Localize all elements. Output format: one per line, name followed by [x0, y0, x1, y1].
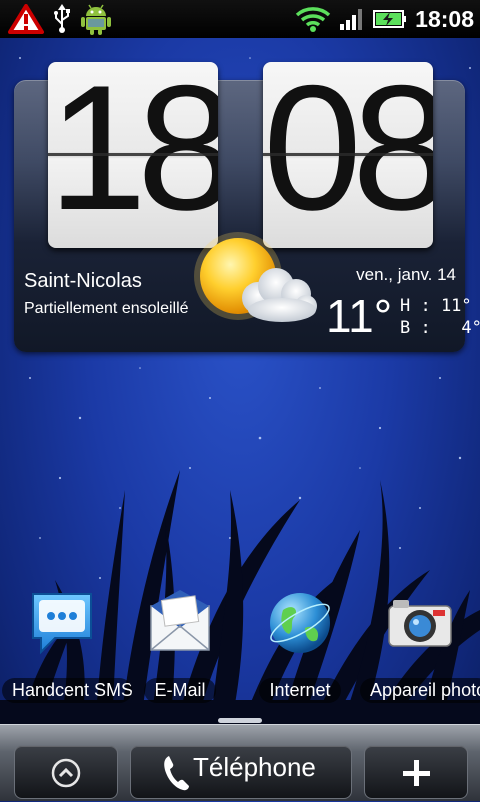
add-button[interactable] [364, 745, 468, 799]
clock-minutes-card[interactable]: 08 [263, 62, 433, 248]
app-label: Internet [259, 678, 341, 703]
handcent-sms-icon [32, 593, 92, 655]
app-shortcut-camera[interactable]: Appareil photo [360, 588, 480, 707]
status-bar[interactable]: 18:08 [0, 0, 480, 38]
partly-sunny-icon [194, 232, 317, 322]
dock-bar: Téléphone [0, 724, 480, 801]
status-time: 18:08 [415, 5, 474, 32]
usb-icon [54, 4, 70, 33]
app-label: Handcent SMS [2, 678, 132, 703]
app-label: E-Mail [144, 678, 216, 703]
warning-icon [8, 4, 44, 34]
weather-high-low: H : 11° B : 4° [400, 295, 480, 339]
app-label: Appareil photo [360, 678, 480, 703]
add-plus-icon [403, 760, 430, 786]
weather-date: ven., janv. 14 [356, 265, 456, 284]
phone-button[interactable]: Téléphone [130, 745, 352, 799]
weather-low: B : 4° [400, 318, 480, 338]
flip-hinge [263, 153, 433, 156]
camera-icon [388, 600, 452, 647]
app-shortcut-email[interactable]: E-Mail [120, 588, 240, 707]
clock-hours-card[interactable]: 18 [48, 62, 218, 248]
weather-city: Saint-Nicolas [24, 270, 142, 292]
signal-icon [340, 9, 363, 30]
app-shortcut-handcent[interactable]: Handcent SMS [2, 588, 132, 707]
weather-high: H : 11° [400, 296, 472, 316]
weather-temperature: 11° [326, 290, 393, 342]
app-shortcut-internet[interactable]: Internet [240, 588, 360, 707]
email-icon [150, 590, 210, 651]
all-apps-button[interactable] [14, 745, 118, 799]
flip-hinge [48, 153, 218, 156]
phone-label: Téléphone [193, 752, 316, 782]
phone-handset-icon [164, 756, 189, 791]
wifi-icon [296, 7, 331, 32]
all-apps-up-icon [51, 758, 81, 788]
battery-charging-icon [373, 10, 407, 28]
dock-handle[interactable] [218, 718, 262, 723]
internet-globe-icon [270, 593, 330, 653]
android-icon [81, 4, 111, 35]
